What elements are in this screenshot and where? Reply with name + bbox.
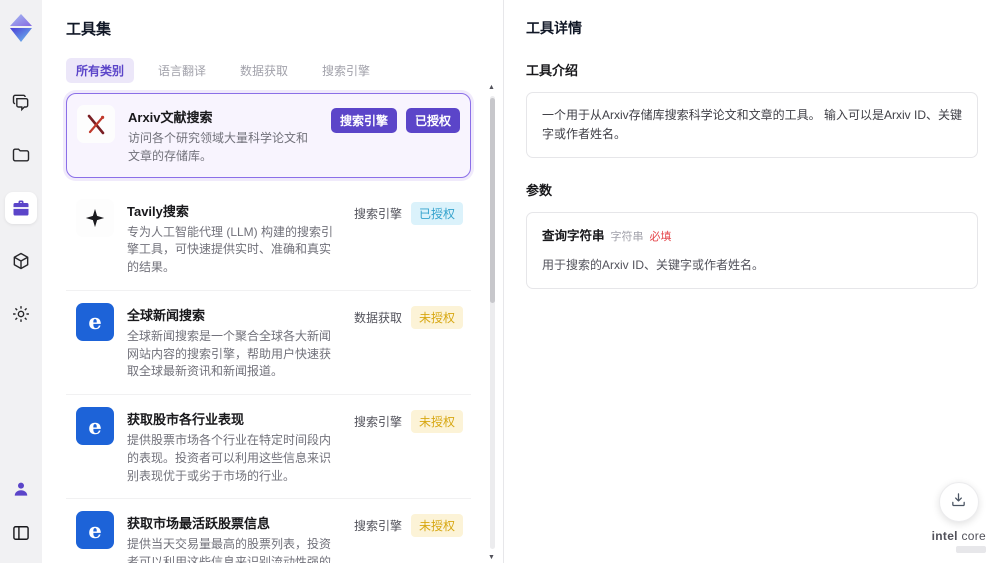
tool-description: 全球新闻搜索是一个聚合全球各大新闻网站内容的搜索引擎，帮助用户快速获取全球最新资…: [127, 328, 332, 379]
download-icon: [950, 491, 967, 513]
param-description: 用于搜索的Arxiv ID、关键字或作者姓名。: [542, 257, 765, 272]
param-box: 查询字符串 字符串 必填 用于搜索的Arxiv ID、关键字或作者姓名。: [526, 212, 978, 290]
corner-widget: intel core: [932, 482, 986, 553]
sidebar-item-files[interactable]: [5, 139, 37, 171]
sidebar-item-collapse[interactable]: [5, 517, 37, 549]
category-tab[interactable]: 语言翻译: [148, 58, 216, 83]
category-tab[interactable]: 搜索引擎: [312, 58, 380, 83]
tool-list-item[interactable]: e 获取市场最活跃股票信息 提供当天交易量最高的股票列表，投资者可以利用这些信息…: [66, 499, 471, 563]
sidebar-item-account[interactable]: [5, 473, 37, 505]
param-type: 字符串: [610, 231, 644, 244]
detail-title: 工具详情: [526, 20, 582, 36]
page-title: 工具集: [66, 21, 112, 38]
gear-icon: [11, 304, 31, 324]
tool-description: 访问各个研究领域大量科学论文和文章的存储库。: [128, 131, 309, 163]
category-tabs: 所有类别 语言翻译 数据获取 搜索引擎: [66, 58, 481, 83]
tool-detail-pane: 工具详情 工具介绍 一个用于从Arxiv存储库搜索科学论文和文章的工具。 输入可…: [503, 0, 1000, 563]
category-tab[interactable]: 数据获取: [230, 58, 298, 83]
arxiv-logo-icon: [77, 105, 115, 143]
intro-heading: 工具介绍: [526, 63, 579, 78]
tool-category-tag: 搜索引擎: [353, 415, 402, 429]
params-heading: 参数: [526, 183, 553, 199]
tool-name: Tavily搜索: [127, 203, 189, 219]
tool-list-item[interactable]: Tavily搜索 专为人工智能代理 (LLM) 构建的搜索引擎工具，可快速提供实…: [66, 186, 471, 291]
tool-status-badge: 未授权: [410, 514, 463, 538]
scrollbar-down-arrow[interactable]: ▼: [488, 554, 495, 561]
tool-category-tag: 搜索引擎: [353, 206, 402, 221]
scrollbar-thumb[interactable]: [490, 98, 495, 303]
sidebar-item-settings[interactable]: [5, 298, 37, 330]
tool-name: Arxiv文献搜索: [128, 110, 213, 125]
chat-icon: [11, 92, 31, 112]
app-logo-icon: [6, 12, 36, 44]
param-name: 查询字符串: [542, 229, 605, 244]
cube-icon: [11, 251, 31, 271]
tool-description: 提供当天交易量最高的股票列表，投资者可以利用这些信息来识别流动性强的股票和潜在的…: [127, 537, 332, 563]
param-required-badge: 必填: [649, 231, 672, 244]
sidebar-item-chat[interactable]: [5, 86, 37, 118]
sidebar-item-tools[interactable]: [5, 192, 37, 224]
sidebar-item-packages[interactable]: [5, 245, 37, 277]
tool-description: 专为人工智能代理 (LLM) 构建的搜索引擎工具，可快速提供实时、准确和真实的结…: [127, 224, 334, 275]
tool-category-tag: 搜索引擎: [330, 108, 397, 133]
tool-name: 获取股市各行业表现: [127, 412, 245, 427]
scrollbar-up-arrow[interactable]: ▲: [488, 84, 495, 91]
global-news-icon: e: [76, 407, 114, 445]
scrollbar-track[interactable]: [490, 96, 495, 549]
list-scrollbar[interactable]: ▲ ▼: [488, 84, 496, 561]
left-nav-rail: [0, 0, 42, 563]
tool-category-tag: 搜索引擎: [353, 519, 402, 534]
tool-description: 提供股票市场各个行业在特定时间段内的表现。投资者可以利用这些信息来识别表现优于或…: [127, 433, 332, 483]
tool-list-item[interactable]: Arxiv文献搜索 访问各个研究领域大量科学论文和文章的存储库。 搜索引擎 已授…: [66, 93, 471, 178]
tool-category-tag: 数据获取: [353, 310, 402, 325]
global-news-icon: e: [76, 302, 114, 341]
tool-status-badge: 已授权: [405, 108, 460, 133]
intel-core-logo: intel core: [932, 529, 986, 553]
tool-list: Arxiv文献搜索 访问各个研究领域大量科学论文和文章的存储库。 搜索引擎 已授…: [66, 93, 481, 563]
intel-ultra-badge: [956, 546, 986, 553]
global-news-icon: e: [76, 511, 114, 550]
tool-list-pane: 工具集 所有类别 语言翻译 数据获取 搜索引擎 Arxiv文献搜索 访问各个研究领域大…: [42, 0, 503, 563]
tool-status-badge: 已授权: [410, 201, 463, 225]
tool-status-badge: 未授权: [410, 410, 463, 433]
toolbox-icon: [11, 198, 31, 218]
tavily-star-icon: [76, 198, 114, 237]
tool-list-item[interactable]: e 全球新闻搜索 全球新闻搜索是一个聚合全球各大新闻网站内容的搜索引擎，帮助用户…: [66, 290, 471, 395]
tool-list-item[interactable]: e 获取股市各行业表现 提供股票市场各个行业在特定时间段内的表现。投资者可以利用…: [66, 395, 471, 500]
intro-box: 一个用于从Arxiv存储库搜索科学论文和文章的工具。 输入可以是Arxiv ID…: [526, 92, 978, 159]
folder-icon: [11, 145, 31, 165]
download-button[interactable]: [938, 482, 979, 522]
category-tab[interactable]: 所有类别: [66, 58, 135, 83]
tool-name: 全球新闻搜索: [127, 307, 206, 323]
panel-toggle-icon: [11, 523, 31, 543]
tool-name: 获取市场最活跃股票信息: [127, 516, 271, 532]
intro-text: 一个用于从Arxiv存储库搜索科学论文和文章的工具。 输入可以是Arxiv ID…: [542, 108, 963, 142]
tool-status-badge: 未授权: [410, 305, 463, 329]
avatar-person-icon: [11, 479, 31, 499]
